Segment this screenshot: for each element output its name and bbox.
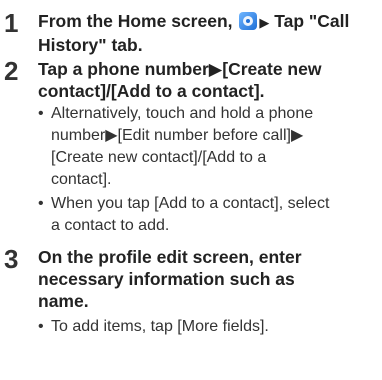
step-number: 1 — [4, 8, 19, 38]
bullet-line: number▶[Edit number before call]▶ — [51, 127, 304, 144]
bullet-marker: • — [38, 105, 44, 122]
bullet-marker: • — [38, 195, 44, 212]
step-title-line: On the profile edit screen, enter — [38, 247, 302, 267]
step-title-line: Tap a phone number▶[Create new — [38, 59, 322, 79]
step-title-part: From the Home screen, — [38, 11, 233, 31]
step-number: 3 — [4, 244, 19, 274]
step-title-line: name. — [38, 291, 89, 311]
bullet-line: contact]. — [51, 171, 112, 188]
bullet-line: a contact to add. — [51, 217, 170, 234]
arrow-icon: ▶ — [259, 15, 270, 30]
bullet-line: When you tap [Add to a contact], select — [51, 195, 330, 212]
list-item: • Alternatively, touch and hold a phone … — [38, 103, 374, 191]
bullet-line: [Create new contact]/[Add to a — [51, 149, 267, 166]
list-item: • To add items, tap [More fields]. — [38, 316, 374, 338]
step-title: On the profile edit screen, enter necess… — [38, 246, 378, 312]
bullet-text: To add items, tap [More fields]. — [38, 316, 374, 338]
step-number: 2 — [4, 56, 19, 86]
step-title-line: necessary information such as — [38, 269, 295, 289]
step-title-line: contact]/[Add to a contact]. — [38, 81, 265, 101]
bullet-text: Alternatively, touch and hold a phone nu… — [38, 103, 374, 191]
bullet-line: Alternatively, touch and hold a phone — [51, 105, 314, 122]
bullet-marker: • — [38, 318, 44, 335]
bullet-text: When you tap [Add to a contact], select … — [38, 193, 374, 237]
phone-app-icon — [239, 12, 258, 30]
bullet-line: To add items, tap [More fields]. — [51, 318, 269, 335]
step-title: Tap a phone number▶[Create new contact]/… — [38, 58, 378, 102]
step-title: From the Home screen, ▶ Tap "Call Histor… — [38, 10, 378, 56]
list-item: • When you tap [Add to a contact], selec… — [38, 193, 374, 237]
